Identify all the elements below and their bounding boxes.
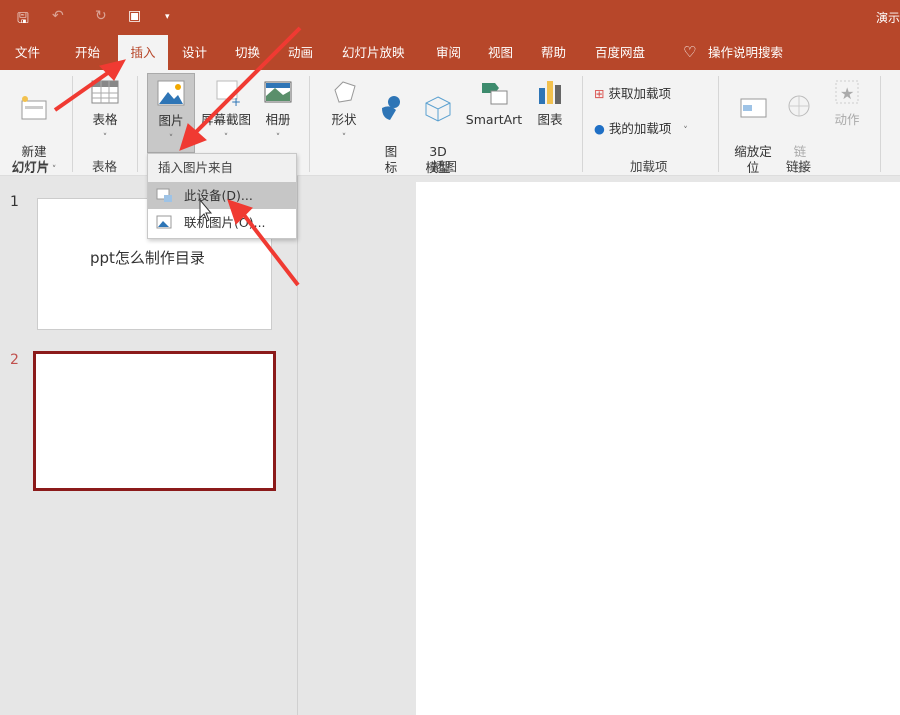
dropdown-header: 插入图片来自 (148, 154, 296, 182)
tab-slideshow[interactable]: 幻灯片放映 (334, 35, 413, 70)
svg-text:★: ★ (840, 84, 854, 103)
title-bar: 🖫 ↶ ↻ ▣ ▾ 演示 (0, 0, 900, 35)
picture-icon (157, 80, 185, 106)
group-tables-label: 表格 (92, 159, 118, 174)
album-button[interactable]: 相册 ˅ (258, 78, 298, 146)
cube-icon (425, 96, 451, 122)
action-button[interactable]: ★ 动作 (828, 78, 866, 128)
icons-icon (382, 96, 400, 120)
slide-title-text: ppt怎么制作目录 (90, 249, 205, 267)
tab-home[interactable]: 开始 (67, 35, 108, 70)
menu-item-this-device[interactable]: 此设备(D)... (148, 182, 296, 209)
customize-icon[interactable]: ▾ (165, 12, 170, 22)
tab-insert[interactable]: 插入 (118, 35, 168, 70)
link-icon (788, 95, 810, 117)
zoom-button[interactable]: 缩放定 位 (728, 78, 778, 176)
shapes-icon (334, 81, 356, 103)
tab-help[interactable]: 帮助 (533, 35, 574, 70)
undo-icon[interactable]: ↶ (52, 8, 64, 24)
chart-icon (539, 81, 561, 104)
online-picture-icon (156, 215, 172, 229)
slide-number: 1 (10, 194, 19, 210)
tab-design[interactable]: 设计 (174, 35, 215, 70)
album-icon (264, 81, 292, 103)
tab-review[interactable]: 审阅 (428, 35, 469, 70)
slide-canvas[interactable] (416, 182, 900, 715)
tab-transitions[interactable]: 切换 (227, 35, 268, 70)
redo-icon[interactable]: ↻ (95, 8, 107, 24)
save-icon[interactable]: 🖫 (17, 8, 29, 32)
device-picture-icon (156, 188, 172, 202)
present-icon[interactable]: ▣ (128, 8, 141, 24)
window-title: 演示 (875, 11, 900, 25)
tab-baidu[interactable]: 百度网盘 (587, 35, 653, 70)
screenshot-button[interactable]: + 屏幕截图 ˅ (198, 78, 254, 146)
slide-thumbnail-2[interactable] (33, 351, 276, 491)
table-button[interactable]: 表格 ˅ (82, 78, 128, 146)
slide-number: 2 (10, 352, 19, 368)
zoom-icon (740, 98, 767, 118)
group-links-label: 链接 (786, 159, 812, 174)
addins-icon: ● (594, 121, 609, 136)
smartart-button[interactable]: SmartArt (462, 78, 526, 128)
group-slides-label: 幻灯片 (12, 159, 50, 174)
group-addins-label: 加载项 (630, 159, 668, 174)
insert-picture-dropdown: 插入图片来自 此设备(D)... 联机图片(O)... (147, 153, 297, 239)
menu-item-online-pictures[interactable]: 联机图片(O)... (148, 209, 296, 236)
star-icon: ★ (835, 80, 859, 104)
svg-text:+: + (231, 95, 241, 106)
new-slide-icon (21, 96, 47, 120)
tab-animations[interactable]: 动画 (280, 35, 321, 70)
ribbon-tabs: 文件 开始 插入 设计 切换 动画 幻灯片放映 审阅 视图 帮助 百度网盘 ♡ … (0, 35, 900, 70)
get-addins-button[interactable]: ⊞ 获取加载项 (594, 86, 671, 102)
tab-file[interactable]: 文件 (7, 35, 48, 70)
smartart-icon (482, 83, 508, 105)
my-addins-button[interactable]: ● 我的加载项 ˅ (594, 121, 688, 139)
search-box[interactable]: 操作说明搜索 (700, 35, 791, 70)
shapes-button[interactable]: 形状 ˅ (322, 78, 366, 146)
store-icon: ⊞ (594, 86, 609, 101)
group-illustrations-label: 插图 (432, 159, 458, 174)
slide-thumbnail-pane[interactable]: 1 ppt怎么制作目录 2 (0, 176, 298, 715)
icons-button[interactable]: 图 标 (374, 78, 408, 176)
screenshot-icon: + (216, 80, 241, 106)
chart-button[interactable]: 图表 (530, 78, 570, 128)
table-icon (91, 80, 119, 104)
pictures-button[interactable]: 图片 ˅ (147, 73, 195, 153)
ribbon: 新建 幻灯片 ˅ 幻灯片 表格 ˅ 表格 图片 ˅ + 屏幕截图 ˅ 相册 ˅ 形状 ˅ … (0, 70, 900, 176)
tab-view[interactable]: 视图 (480, 35, 521, 70)
